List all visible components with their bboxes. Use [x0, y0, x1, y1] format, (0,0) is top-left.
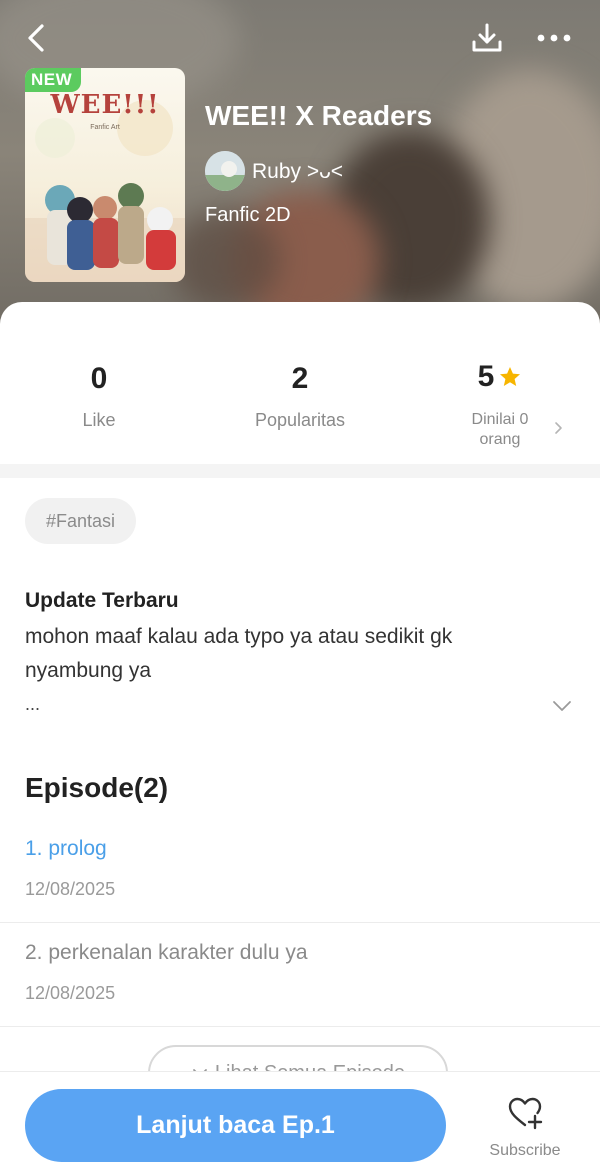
cover-subtitle: Fanfic Art	[90, 124, 120, 131]
heart-plus-icon	[508, 1097, 543, 1130]
episode-item[interactable]: 1. prolog 12/08/2025	[0, 819, 600, 923]
more-dots-icon	[537, 34, 571, 42]
episode-title: 2. perkenalan karakter dulu ya	[25, 941, 308, 964]
popularity-count: 2	[291, 362, 309, 395]
subscribe-button[interactable]: Subscribe	[475, 1094, 575, 1164]
like-count: 0	[90, 362, 108, 395]
episode-heading: Episode(2)	[25, 772, 169, 803]
detail-card: 0 Like 2 Popularitas 5 Dinilai 0 orang #…	[0, 302, 600, 1172]
author-avatar[interactable]	[205, 151, 245, 191]
chevron-down-icon[interactable]	[551, 695, 573, 717]
like-label: Like	[82, 410, 116, 430]
episode-date: 12/08/2025	[25, 879, 116, 899]
author-name[interactable]: Ruby >ᴗ<	[252, 160, 343, 184]
continue-reading-button[interactable]: Lanjut baca Ep.1	[25, 1089, 446, 1162]
comic-title: WEE!! X Readers	[205, 100, 433, 131]
chevron-right-icon[interactable]	[550, 420, 566, 436]
update-ellipsis: ...	[25, 694, 41, 714]
rating-number: 5	[477, 360, 495, 393]
genre-label: Fanfic 2D	[205, 204, 291, 226]
star-icon	[498, 365, 522, 389]
chevron-left-icon	[28, 24, 44, 52]
header-banner: WEE!!! Fanfic Art NEW WEE!! X Readers Ru…	[0, 0, 600, 340]
genre-tag[interactable]: #Fantasi	[25, 498, 137, 544]
more-options-button[interactable]	[530, 16, 578, 60]
rating-label[interactable]: Dinilai 0 orang	[455, 410, 545, 450]
download-button[interactable]	[464, 16, 510, 60]
section-divider	[0, 464, 600, 478]
rating-value[interactable]: 5	[440, 360, 560, 394]
episode-title: 1. prolog	[25, 837, 107, 860]
episode-date: 12/08/2025	[25, 983, 116, 1003]
download-icon	[472, 23, 502, 52]
update-text: mohon maaf kalau ada typo ya atau sediki…	[25, 625, 453, 682]
back-button[interactable]	[14, 18, 58, 58]
cover-image[interactable]: WEE!!! Fanfic Art	[25, 68, 185, 282]
avatar-image	[205, 151, 245, 191]
episode-item[interactable]: 2. perkenalan karakter dulu ya 12/08/202…	[0, 923, 600, 1027]
subscribe-label: Subscribe	[489, 1142, 561, 1159]
popularity-label: Popularitas	[254, 410, 346, 430]
new-badge: NEW	[25, 68, 82, 92]
update-heading: Update Terbaru	[25, 589, 179, 612]
stats-row: 0 Like 2 Popularitas 5 Dinilai 0 orang	[0, 302, 600, 464]
bottom-action-bar: Lanjut baca Ep.1 Subscribe	[0, 1071, 600, 1173]
cover-title: WEE!!!	[50, 90, 160, 120]
